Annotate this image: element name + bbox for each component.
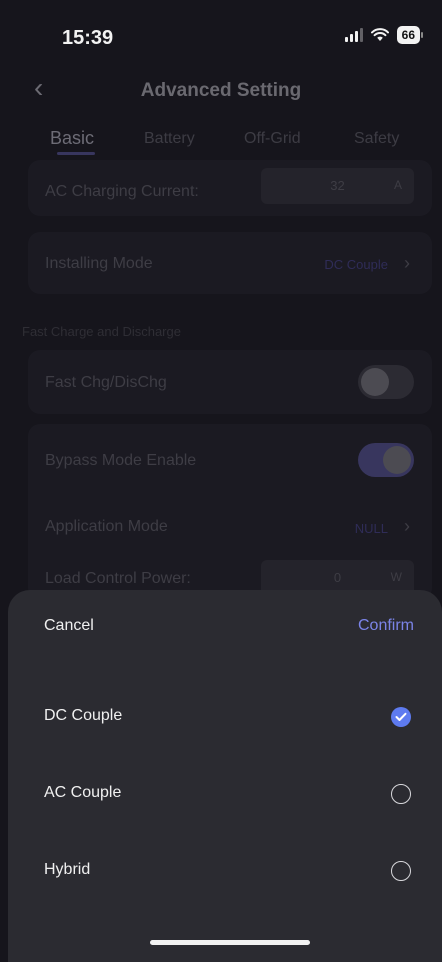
radio-unchecked-icon <box>391 784 411 804</box>
chevron-right-icon: › <box>404 253 410 273</box>
wifi-icon <box>370 28 389 41</box>
option-label: Hybrid <box>44 861 91 878</box>
battery-icon: 66 <box>396 26 424 44</box>
bypass-mode-toggle[interactable] <box>358 443 414 477</box>
tab-basic[interactable]: Basic <box>50 128 94 149</box>
chevron-right-icon: › <box>404 516 410 536</box>
ac-charging-unit: A <box>393 178 402 192</box>
fast-chg-label: Fast Chg/DisChg <box>45 374 167 391</box>
installing-mode-picker-sheet: Cancel Confirm DC Couple AC Couple Hybri… <box>8 590 442 962</box>
option-label: AC Couple <box>44 784 122 801</box>
option-hybrid[interactable]: Hybrid <box>8 851 442 891</box>
ac-charging-input[interactable]: 32 A <box>261 168 414 204</box>
tab-battery[interactable]: Battery <box>144 130 195 148</box>
application-mode-label: Application Mode <box>45 518 168 535</box>
application-mode-value[interactable]: NULL <box>355 521 388 536</box>
home-indicator[interactable] <box>150 940 310 945</box>
screen: 15:39 66 ‹ Advanced Setting Basic Batter… <box>0 0 442 962</box>
load-control-label: Load Control Power: <box>45 570 191 587</box>
toggle-knob <box>383 446 411 474</box>
tab-safety[interactable]: Safety <box>354 130 399 148</box>
option-label: DC Couple <box>44 707 123 724</box>
cellular-signal-icon <box>344 28 363 42</box>
bypass-mode-label: Bypass Mode Enable <box>45 452 197 469</box>
load-control-unit: W <box>390 570 402 584</box>
installing-mode-value: DC Couple <box>324 257 388 272</box>
cancel-button[interactable]: Cancel <box>44 617 94 635</box>
page-title: Advanced Setting <box>140 80 302 101</box>
toggle-knob <box>361 368 389 396</box>
option-ac-couple[interactable]: AC Couple <box>8 774 442 814</box>
ac-charging-value: 32 <box>330 178 345 193</box>
status-icons: 66 <box>344 26 424 44</box>
section-title-fast-charge: Fast Charge and Discharge <box>22 324 181 339</box>
ac-charging-label: AC Charging Current: <box>45 183 199 200</box>
fast-chg-toggle[interactable] <box>358 365 414 399</box>
confirm-button[interactable]: Confirm <box>358 617 414 635</box>
tab-off-grid[interactable]: Off-Grid <box>244 130 301 148</box>
active-tab-indicator <box>57 152 95 155</box>
status-time: 15:39 <box>62 27 114 49</box>
radio-unchecked-icon <box>391 861 411 881</box>
option-dc-couple[interactable]: DC Couple <box>8 697 442 737</box>
installing-mode-label: Installing Mode <box>45 255 153 272</box>
checkmark-icon <box>391 707 411 727</box>
